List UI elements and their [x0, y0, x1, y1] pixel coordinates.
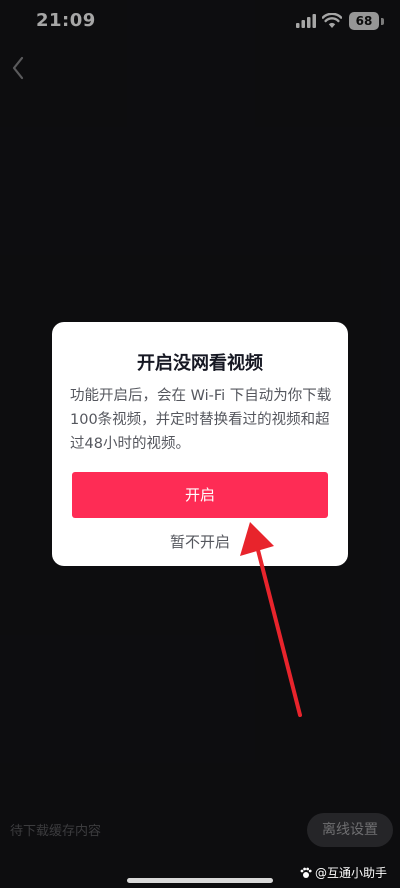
watermark-text: @互通小助手	[315, 866, 388, 880]
paw-logo-icon	[300, 867, 312, 878]
app-screen: 21:09 68 待下载缓存内容 离线设置 开启没网看视频 功能开启后，会在 W…	[0, 0, 400, 888]
dialog-message: 功能开启后，会在 Wi-Fi 下自动为你下载100条视频，并定时替换看过的视频和…	[70, 388, 332, 452]
watermark: @互通小助手	[300, 864, 387, 881]
enable-button[interactable]: 开启	[72, 472, 328, 518]
dialog-title: 开启没网看视频	[137, 353, 263, 374]
annotation-arrow-icon	[240, 522, 302, 717]
home-indicator	[127, 878, 273, 883]
